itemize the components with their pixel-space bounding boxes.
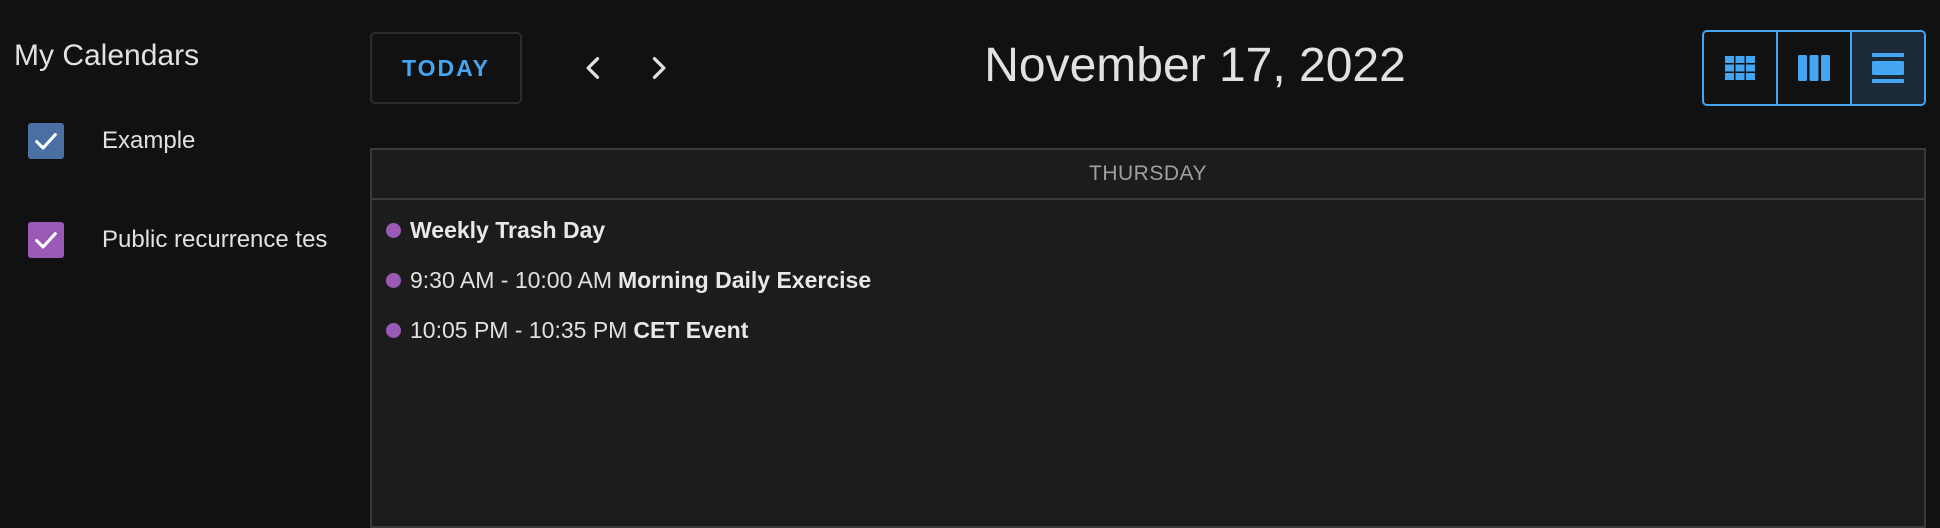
event-title: Morning Daily Exercise: [618, 266, 872, 293]
calendar-item-example[interactable]: Example: [0, 110, 350, 170]
checkbox-example[interactable]: [28, 123, 64, 159]
event-time: 9:30 AM - 10:00 AM: [410, 266, 613, 293]
event-color-dot: [386, 322, 401, 338]
sidebar-title: My Calendars: [14, 39, 200, 72]
event-time: 10:05 PM - 10:35 PM: [410, 316, 628, 343]
day-list-icon: [1872, 53, 1904, 83]
event-item[interactable]: Weekly Trash Day: [386, 210, 605, 250]
today-button[interactable]: TODAY: [370, 32, 522, 104]
chevron-left-icon: [586, 57, 600, 79]
previous-day-button[interactable]: [568, 42, 620, 94]
view-switcher: [1702, 30, 1926, 106]
next-day-button[interactable]: [632, 42, 684, 94]
calendar-item-public-recurrence[interactable]: Public recurrence tes: [0, 209, 350, 269]
weekday-header: THURSDAY: [372, 150, 1924, 200]
event-item[interactable]: 10:05 PM - 10:35 PM CET Event: [386, 310, 748, 350]
checkmark-icon: [35, 133, 57, 150]
week-columns-icon: [1798, 55, 1830, 81]
week-view-button[interactable]: [1776, 32, 1850, 104]
chevron-right-icon: [652, 57, 666, 79]
checkbox-public-recurrence[interactable]: [28, 222, 64, 258]
event-item[interactable]: 9:30 AM - 10:00 AM Morning Daily Exercis…: [386, 260, 871, 300]
calendar-label: Public recurrence tes: [102, 226, 328, 253]
event-color-dot: [386, 272, 401, 288]
checkmark-icon: [35, 232, 57, 249]
calendar-label: Example: [102, 127, 196, 154]
month-grid-icon: [1725, 56, 1755, 80]
event-color-dot: [386, 222, 401, 238]
current-date-title: November 17, 2022: [984, 39, 1406, 92]
day-view-button[interactable]: [1850, 32, 1924, 104]
calendar-sidebar: My Calendars Example Public recurrence t…: [0, 0, 350, 521]
month-view-button[interactable]: [1704, 32, 1776, 104]
event-title: Weekly Trash Day: [410, 216, 606, 243]
day-view-panel: THURSDAY Weekly Trash Day 9:30 AM - 10:0…: [370, 148, 1926, 528]
event-title: CET Event: [633, 316, 749, 343]
